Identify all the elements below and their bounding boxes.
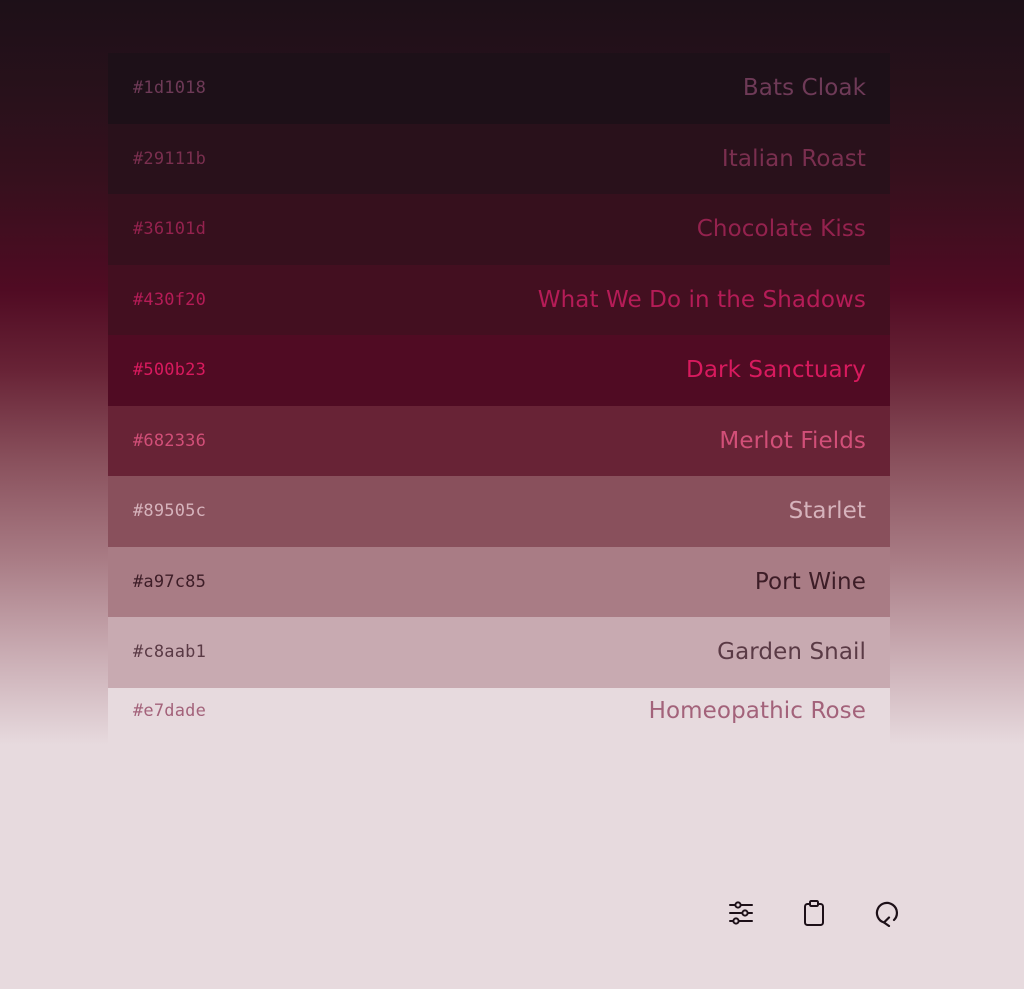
swatch-hex: #36101d — [133, 219, 207, 240]
swatch-row[interactable]: #500b23 Dark Sanctuary — [108, 335, 890, 406]
swatch-hex: #1d1018 — [133, 78, 207, 99]
swatch-hex: #430f20 — [133, 289, 207, 310]
swatch-row[interactable]: #a97c85 Port Wine — [108, 546, 890, 617]
swatch-hex: #a97c85 — [133, 571, 207, 592]
refresh-icon — [875, 901, 899, 927]
swatch-hex: #c8aab1 — [133, 642, 207, 663]
swatch-name: Homeopathic Rose — [648, 697, 866, 724]
clipboard-icon — [804, 900, 824, 926]
swatch-row[interactable]: #c8aab1 Garden Snail — [108, 617, 890, 688]
swatch-name: Merlot Fields — [719, 427, 866, 454]
swatch-name: Chocolate Kiss — [696, 216, 866, 243]
settings-button[interactable] — [721, 893, 761, 933]
toolbar — [721, 893, 907, 933]
swatch-hex: #29111b — [133, 148, 207, 169]
swatch-row[interactable]: #e7dade Homeopathic Rose — [108, 687, 890, 746]
swatch-name: Garden Snail — [717, 639, 866, 666]
swatch-row[interactable]: #36101d Chocolate Kiss — [108, 194, 890, 265]
copy-button[interactable] — [794, 893, 834, 933]
swatch-hex: #89505c — [133, 501, 207, 522]
refresh-button[interactable] — [867, 893, 907, 933]
swatch-hex: #682336 — [133, 430, 207, 451]
swatch-hex: #500b23 — [133, 360, 207, 381]
swatch-row[interactable]: #430f20 What We Do in the Shadows — [108, 264, 890, 335]
swatch-row[interactable]: #89505c Starlet — [108, 476, 890, 547]
swatch-name: What We Do in the Shadows — [537, 286, 866, 313]
swatch-hex: #e7dade — [133, 700, 207, 721]
swatch-row[interactable]: #682336 Merlot Fields — [108, 405, 890, 476]
swatch-row[interactable]: #29111b Italian Roast — [108, 123, 890, 194]
palette-list: #1d1018 Bats Cloak #29111b Italian Roast… — [108, 53, 890, 746]
swatch-name: Bats Cloak — [742, 75, 866, 102]
sliders-icon — [729, 901, 753, 925]
swatch-name: Port Wine — [754, 568, 866, 595]
swatch-name: Starlet — [788, 498, 866, 525]
swatch-row[interactable]: #1d1018 Bats Cloak — [108, 53, 890, 124]
swatch-name: Dark Sanctuary — [686, 357, 866, 384]
swatch-name: Italian Roast — [721, 145, 866, 172]
